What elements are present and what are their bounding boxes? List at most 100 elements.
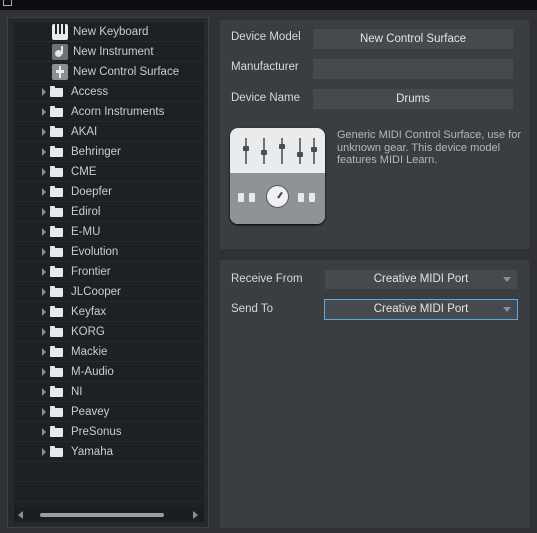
expand-arrow-icon[interactable] xyxy=(42,428,46,436)
control-surface-image xyxy=(230,128,325,224)
device-base xyxy=(230,173,325,224)
tree-folder-item[interactable]: M-Audio xyxy=(14,362,204,382)
chevron-down-icon xyxy=(503,277,511,282)
tree-folder-item[interactable]: Doepfer xyxy=(14,182,204,202)
expand-arrow-icon[interactable] xyxy=(42,408,46,416)
send-to-select[interactable]: Creative MIDI Port xyxy=(324,299,518,320)
expand-arrow-icon[interactable] xyxy=(42,308,46,316)
folder-icon xyxy=(50,405,63,417)
device-tree: New Keyboard New Instrument New Control … xyxy=(14,22,204,512)
keyboard-icon xyxy=(52,24,68,40)
tree-folder-item[interactable]: Peavey xyxy=(14,402,204,422)
tree-item-label: New Keyboard xyxy=(73,26,149,38)
folder-icon xyxy=(50,325,63,337)
folder-label: PreSonus xyxy=(71,426,122,438)
device-browser: New Keyboard New Instrument New Control … xyxy=(7,17,209,528)
tree-folder-item[interactable]: Evolution xyxy=(14,242,204,262)
device-name-field[interactable]: Drums xyxy=(313,89,513,109)
chevron-down-icon xyxy=(503,307,511,312)
folder-icon xyxy=(50,445,63,457)
device-model-field[interactable]: New Control Surface xyxy=(313,29,513,49)
expand-arrow-icon[interactable] xyxy=(42,288,46,296)
folder-icon xyxy=(50,85,63,97)
tree-folder-item[interactable]: Access xyxy=(14,82,204,102)
tree-folder-item[interactable]: Frontier xyxy=(14,262,204,282)
expand-arrow-icon[interactable] xyxy=(42,188,46,196)
tree-folder-item[interactable]: CME xyxy=(14,162,204,182)
folder-icon xyxy=(50,285,63,297)
title-bar xyxy=(0,0,537,10)
horizontal-scrollbar[interactable] xyxy=(14,508,204,522)
expand-arrow-icon[interactable] xyxy=(42,108,46,116)
expand-arrow-icon[interactable] xyxy=(42,128,46,136)
folder-icon xyxy=(50,345,63,357)
tree-folder-item[interactable]: Edirol xyxy=(14,202,204,222)
tree-folder-item[interactable]: Acorn Instruments xyxy=(14,102,204,122)
fader xyxy=(261,138,267,164)
folder-icon xyxy=(50,385,63,397)
tree-folder-item[interactable]: Keyfax xyxy=(14,302,204,322)
folder-icon xyxy=(50,205,63,217)
tree-folder-item[interactable]: JLCooper xyxy=(14,282,204,302)
folder-label: AKAI xyxy=(71,126,98,138)
folder-icon xyxy=(50,305,63,317)
folder-label: NI xyxy=(71,386,83,398)
window-icon xyxy=(3,0,12,6)
tree-item-new-instrument[interactable]: New Instrument xyxy=(14,42,204,62)
folder-label: Keyfax xyxy=(71,306,107,318)
tree-folder-item[interactable]: Mackie xyxy=(14,342,204,362)
tree-item-new-keyboard[interactable]: New Keyboard xyxy=(14,22,204,42)
folder-icon xyxy=(50,165,63,177)
folder-icon xyxy=(50,245,63,257)
receive-from-label: Receive From xyxy=(231,273,303,285)
dial-icon xyxy=(266,185,289,208)
folder-icon xyxy=(50,265,63,277)
folder-label: Acorn Instruments xyxy=(71,106,165,118)
expand-arrow-icon[interactable] xyxy=(42,228,46,236)
manufacturer-field[interactable] xyxy=(313,59,513,79)
folder-label: E-MU xyxy=(71,226,101,238)
receive-from-value: Creative MIDI Port xyxy=(373,273,469,285)
expand-arrow-icon[interactable] xyxy=(42,208,46,216)
folder-icon xyxy=(50,105,63,117)
scroll-right-icon[interactable] xyxy=(193,511,198,519)
expand-arrow-icon[interactable] xyxy=(42,388,46,396)
scroll-left-icon[interactable] xyxy=(18,511,23,519)
folder-icon xyxy=(50,425,63,437)
expand-arrow-icon[interactable] xyxy=(42,268,46,276)
expand-arrow-icon[interactable] xyxy=(42,248,46,256)
send-to-label: Send To xyxy=(231,303,273,315)
expand-arrow-icon[interactable] xyxy=(42,448,46,456)
tree-folder-item[interactable]: E-MU xyxy=(14,222,204,242)
tree-folder-item[interactable]: PreSonus xyxy=(14,422,204,442)
tree-folder-item[interactable]: KORG xyxy=(14,322,204,342)
expand-arrow-icon[interactable] xyxy=(42,368,46,376)
expand-arrow-icon[interactable] xyxy=(42,88,46,96)
folder-icon xyxy=(50,145,63,157)
expand-arrow-icon[interactable] xyxy=(42,348,46,356)
fader xyxy=(243,138,249,164)
device-properties-panel: Device Model New Control Surface Manufac… xyxy=(220,20,529,249)
expand-arrow-icon[interactable] xyxy=(42,168,46,176)
expand-arrow-icon[interactable] xyxy=(42,328,46,336)
folder-icon xyxy=(50,185,63,197)
fader xyxy=(297,138,303,164)
tree-folder-item[interactable]: Behringer xyxy=(14,142,204,162)
tree-folder-item[interactable]: Yamaha xyxy=(14,442,204,462)
folder-label: Edirol xyxy=(71,206,101,218)
midi-ports-panel: Receive From Creative MIDI Port Send To … xyxy=(220,260,529,528)
device-button xyxy=(238,193,244,202)
instrument-icon xyxy=(52,44,68,60)
tree-folder-item[interactable]: NI xyxy=(14,382,204,402)
scrollbar-thumb[interactable] xyxy=(40,513,164,517)
device-name-label: Device Name xyxy=(231,92,301,104)
device-button xyxy=(249,193,255,202)
folder-label: CME xyxy=(71,166,97,178)
tree-item-new-control-surface[interactable]: New Control Surface xyxy=(14,62,204,82)
receive-from-select[interactable]: Creative MIDI Port xyxy=(325,270,517,289)
fader xyxy=(311,138,317,164)
expand-arrow-icon[interactable] xyxy=(42,148,46,156)
tree-folder-item[interactable]: AKAI xyxy=(14,122,204,142)
tree-item-label: New Control Surface xyxy=(73,66,180,78)
tree-item-label: New Instrument xyxy=(73,46,154,58)
